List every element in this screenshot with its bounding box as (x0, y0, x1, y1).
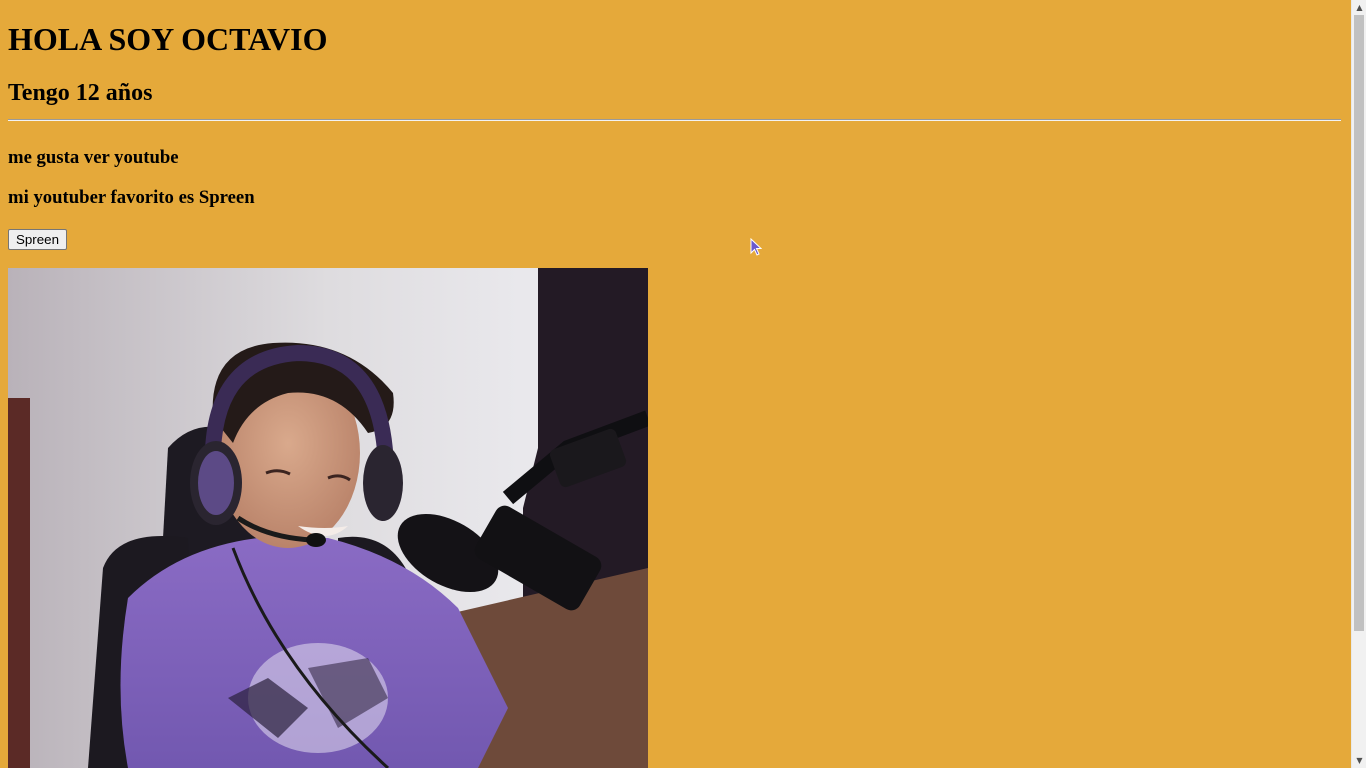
scroll-down-arrow-icon[interactable]: ▼ (1352, 753, 1366, 768)
youtuber-photo (8, 268, 648, 768)
favorite-youtuber-text: mi youtuber favorito es Spreen (8, 187, 255, 208)
spreen-button[interactable]: Spreen (8, 229, 67, 250)
likes-text: me gusta ver youtube (8, 147, 179, 168)
vertical-scrollbar[interactable]: ▲ ▼ (1351, 0, 1366, 768)
scroll-up-arrow-icon[interactable]: ▲ (1352, 0, 1366, 15)
page-title: HOLA SOY OCTAVIO (8, 21, 328, 57)
scrollbar-thumb[interactable] (1354, 15, 1364, 631)
divider (8, 119, 1341, 121)
mouse-pointer-icon (750, 238, 762, 256)
age-subtitle: Tengo 12 años (8, 80, 153, 106)
